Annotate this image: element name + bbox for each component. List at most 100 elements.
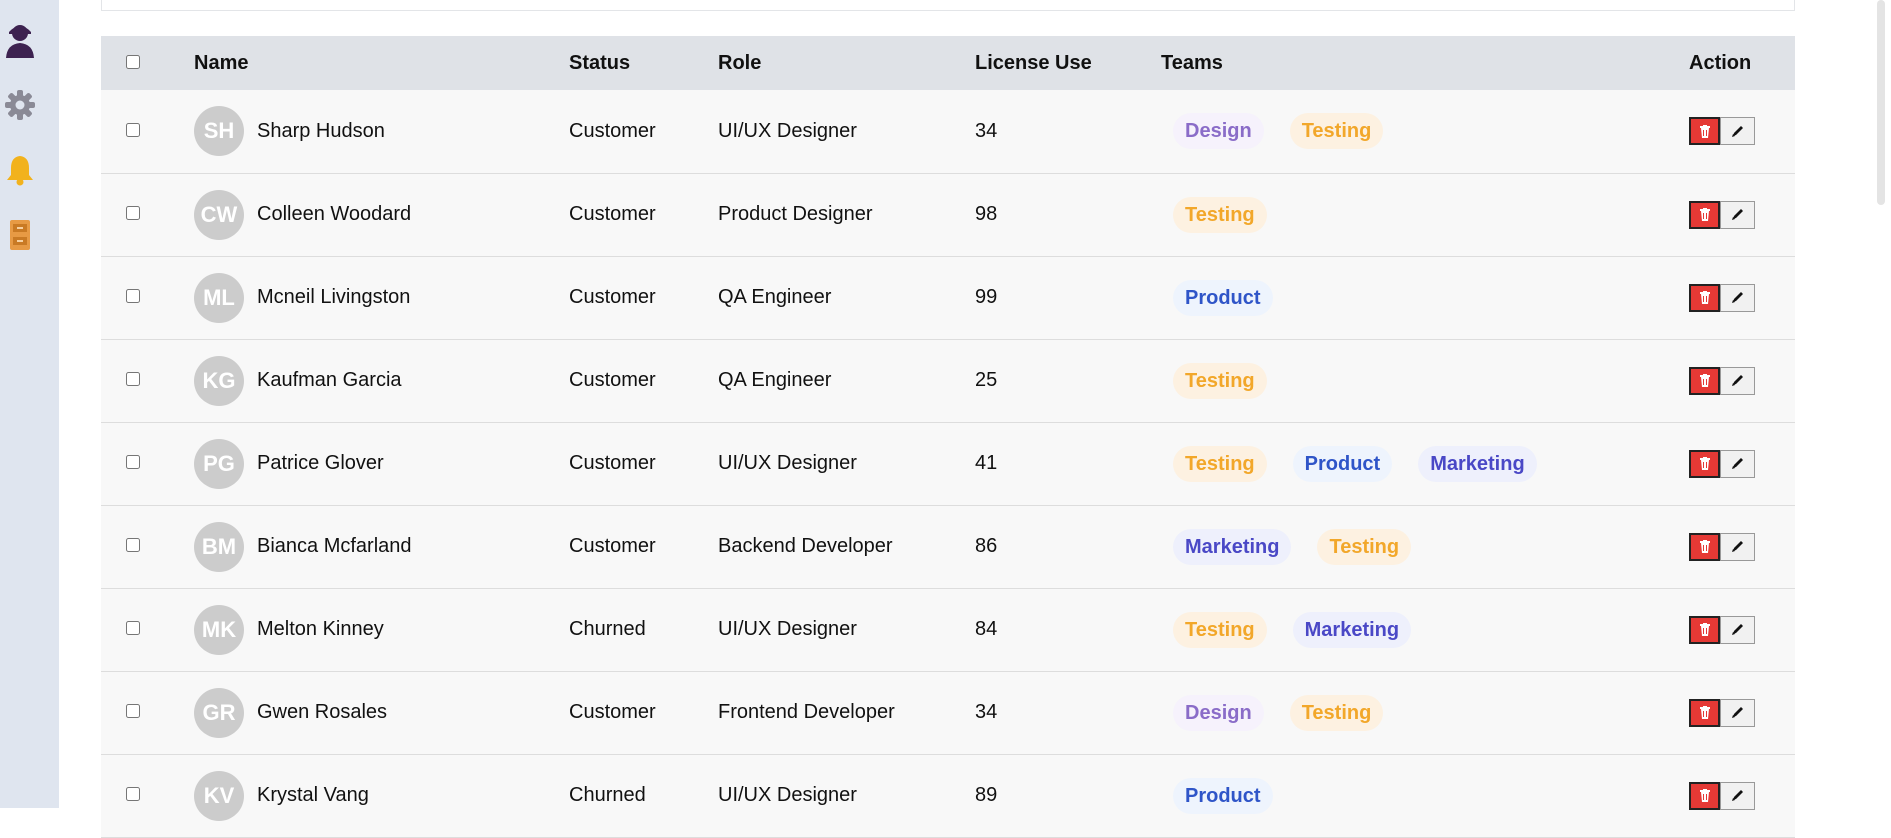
license-use-cell: 84: [975, 618, 998, 640]
trash-icon: [1699, 374, 1710, 387]
user-name: Gwen Rosales: [257, 701, 388, 723]
team-tag-marketing[interactable]: Marketing: [1173, 528, 1292, 565]
edit-button[interactable]: [1720, 698, 1755, 727]
delete-button[interactable]: [1689, 283, 1720, 312]
name-cell: SH Sharp Hudson: [194, 90, 569, 173]
table-row[interactable]: KG Kaufman Garcia Customer QA Engineer 2…: [101, 339, 1795, 422]
header-name[interactable]: Name: [194, 36, 569, 90]
bell-icon[interactable]: [0, 150, 40, 190]
edit-button[interactable]: [1720, 615, 1755, 644]
top-panel: [101, 0, 1795, 11]
team-tag-design[interactable]: Design: [1173, 694, 1264, 731]
header-license-use[interactable]: License Use: [975, 36, 1161, 90]
role-cell: Product Designer: [718, 203, 873, 225]
delete-button[interactable]: [1689, 117, 1720, 146]
edit-button[interactable]: [1720, 781, 1755, 810]
name-cell: ML Mcneil Livingston: [194, 256, 569, 339]
header-role[interactable]: Role: [718, 36, 975, 90]
team-list: Product: [1161, 279, 1689, 316]
team-list: Testing Product Marketing: [1161, 445, 1689, 482]
edit-button[interactable]: [1720, 200, 1755, 229]
users-table: Name Status Role License Use Teams Actio…: [101, 36, 1795, 838]
table-row[interactable]: ML Mcneil Livingston Customer QA Enginee…: [101, 256, 1795, 339]
user-name: Sharp Hudson: [257, 119, 385, 142]
header-status[interactable]: Status: [569, 36, 718, 90]
role-cell: QA Engineer: [718, 369, 832, 391]
license-use-cell: 99: [975, 286, 998, 308]
delete-button[interactable]: [1689, 449, 1720, 478]
select-all-cell: [101, 36, 194, 90]
edit-button[interactable]: [1720, 117, 1755, 146]
delete-button[interactable]: [1689, 615, 1720, 644]
user-name: Mcneil Livingston: [257, 286, 411, 308]
team-tag-product[interactable]: Product: [1292, 445, 1393, 482]
team-list: Testing Marketing: [1161, 611, 1689, 648]
edit-button[interactable]: [1720, 532, 1755, 561]
table-row[interactable]: BM Bianca Mcfarland Customer Backend Dev…: [101, 505, 1795, 588]
table-row[interactable]: KV Krystal Vang Churned UI/UX Designer 8…: [101, 754, 1795, 837]
edit-button[interactable]: [1720, 366, 1755, 395]
action-cell: [1689, 754, 1795, 837]
team-tag-testing[interactable]: Testing: [1289, 694, 1384, 731]
table-row[interactable]: SH Sharp Hudson Customer UI/UX Designer …: [101, 90, 1795, 173]
edit-button[interactable]: [1720, 449, 1755, 478]
row-checkbox[interactable]: [126, 289, 140, 303]
team-tag-testing[interactable]: Testing: [1289, 113, 1384, 150]
delete-button[interactable]: [1689, 200, 1720, 229]
gear-icon[interactable]: [0, 85, 40, 125]
teams-cell: Design Testing: [1161, 90, 1689, 173]
team-tag-marketing[interactable]: Marketing: [1292, 611, 1412, 648]
delete-button[interactable]: [1689, 781, 1720, 810]
row-checkbox[interactable]: [126, 787, 140, 801]
user-avatar-icon[interactable]: [0, 20, 40, 60]
row-checkbox[interactable]: [126, 122, 140, 137]
header-teams[interactable]: Teams: [1161, 36, 1689, 90]
cabinet-icon[interactable]: [0, 215, 40, 255]
row-checkbox[interactable]: [126, 538, 140, 552]
scrollbar-thumb[interactable]: [1877, 0, 1885, 205]
team-tag-testing[interactable]: Testing: [1173, 611, 1267, 648]
team-tag-testing[interactable]: Testing: [1317, 528, 1412, 565]
license-use-cell: 41: [975, 452, 998, 474]
row-select-cell: [101, 256, 194, 339]
pencil-icon: [1732, 624, 1743, 635]
license-use-cell: 89: [975, 784, 998, 806]
team-tag-marketing[interactable]: Marketing: [1418, 445, 1537, 482]
select-all-checkbox[interactable]: [126, 54, 140, 69]
team-tag-testing[interactable]: Testing: [1173, 196, 1267, 233]
delete-button[interactable]: [1689, 532, 1720, 561]
role-cell: QA Engineer: [718, 286, 832, 308]
table-row[interactable]: MK Melton Kinney Churned UI/UX Designer …: [101, 588, 1795, 671]
delete-button[interactable]: [1689, 698, 1720, 727]
row-checkbox[interactable]: [126, 621, 140, 635]
avatar: MK: [194, 604, 244, 655]
row-checkbox[interactable]: [126, 704, 140, 718]
pencil-icon: [1732, 541, 1743, 552]
status-cell: Customer: [569, 119, 656, 142]
teams-cell: Marketing Testing: [1161, 505, 1689, 588]
row-select-cell: [101, 173, 194, 256]
table-row[interactable]: PG Patrice Glover Customer UI/UX Designe…: [101, 422, 1795, 505]
avatar: CW: [194, 189, 244, 240]
teams-cell: Testing: [1161, 339, 1689, 422]
team-tag-design[interactable]: Design: [1173, 113, 1264, 150]
status-cell: Customer: [569, 535, 656, 557]
team-tag-testing[interactable]: Testing: [1173, 445, 1267, 482]
trash-icon: [1699, 124, 1710, 138]
scrollbar[interactable]: [1872, 0, 1891, 808]
table-row[interactable]: CW Colleen Woodard Customer Product Desi…: [101, 173, 1795, 256]
avatar: BM: [194, 521, 244, 572]
edit-button[interactable]: [1720, 283, 1755, 312]
row-checkbox[interactable]: [126, 372, 140, 386]
row-select-cell: [101, 505, 194, 588]
trash-icon: [1699, 540, 1710, 553]
row-checkbox[interactable]: [126, 455, 140, 469]
team-tag-product[interactable]: Product: [1173, 279, 1273, 316]
row-checkbox[interactable]: [126, 206, 140, 220]
team-tag-testing[interactable]: Testing: [1173, 362, 1267, 399]
delete-button[interactable]: [1689, 366, 1720, 395]
user-name: Colleen Woodard: [257, 203, 412, 225]
table-row[interactable]: GR Gwen Rosales Customer Frontend Develo…: [101, 671, 1795, 754]
status-cell: Customer: [569, 452, 656, 474]
team-tag-product[interactable]: Product: [1173, 777, 1273, 814]
